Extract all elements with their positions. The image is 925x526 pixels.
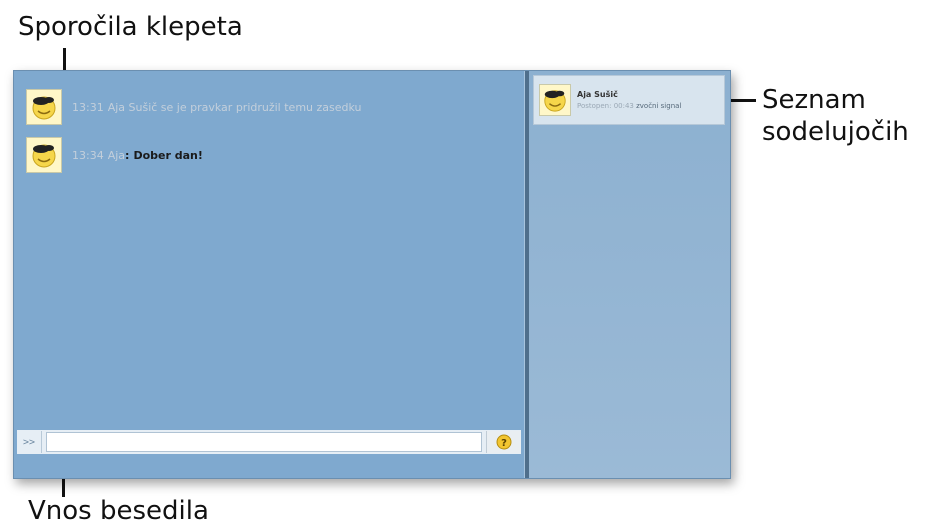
participant-item[interactable]: Aja Sušič Postopen: 00:43 zvočni signal <box>533 75 725 125</box>
message-row: 13:34 Aja : Dober dan! <box>26 137 203 173</box>
message-author: Aja <box>107 148 126 162</box>
message-time: 13:34 <box>72 148 104 162</box>
message-system-text: Aja Sušič se je pravkar pridružil temu z… <box>107 100 362 114</box>
chat-window: 13:31 Aja Sušič se je pravkar pridružil … <box>13 70 731 479</box>
message-text: Dober dan! <box>133 148 203 162</box>
message-time: 13:31 <box>72 100 104 114</box>
smiley-icon <box>26 89 62 125</box>
messages-pane[interactable]: 13:31 Aja Sušič se je pravkar pridružil … <box>14 71 524 478</box>
message-row: 13:31 Aja Sušič se je pravkar pridružil … <box>26 89 362 125</box>
smiley-icon <box>539 84 571 116</box>
participant-status: Postopen: 00:43 zvočni signal <box>577 102 681 110</box>
sound-signal-link[interactable]: zvočni signal <box>636 102 681 110</box>
participant-idle-time: Postopen: 00:43 <box>577 102 634 110</box>
callout-participants-label-1: Seznam <box>762 85 866 115</box>
help-button[interactable]: ? <box>486 431 521 453</box>
svg-text:?: ? <box>501 438 507 449</box>
callout-participants-label-2: sodelujočih <box>762 117 909 147</box>
callout-input-label: Vnos besedila <box>28 496 209 526</box>
callout-messages-label: Sporočila klepeta <box>18 12 243 42</box>
message-input[interactable] <box>46 432 482 452</box>
message-separator: : <box>125 148 130 162</box>
participant-name: Aja Sušič <box>577 90 618 99</box>
callout-messages-line <box>63 48 66 72</box>
participants-pane: Aja Sušič Postopen: 00:43 zvočni signal <box>529 71 730 478</box>
smiley-icon <box>26 137 62 173</box>
input-bar: >> ? <box>17 430 521 454</box>
input-prefix: >> <box>17 431 42 453</box>
help-icon: ? <box>496 434 512 450</box>
